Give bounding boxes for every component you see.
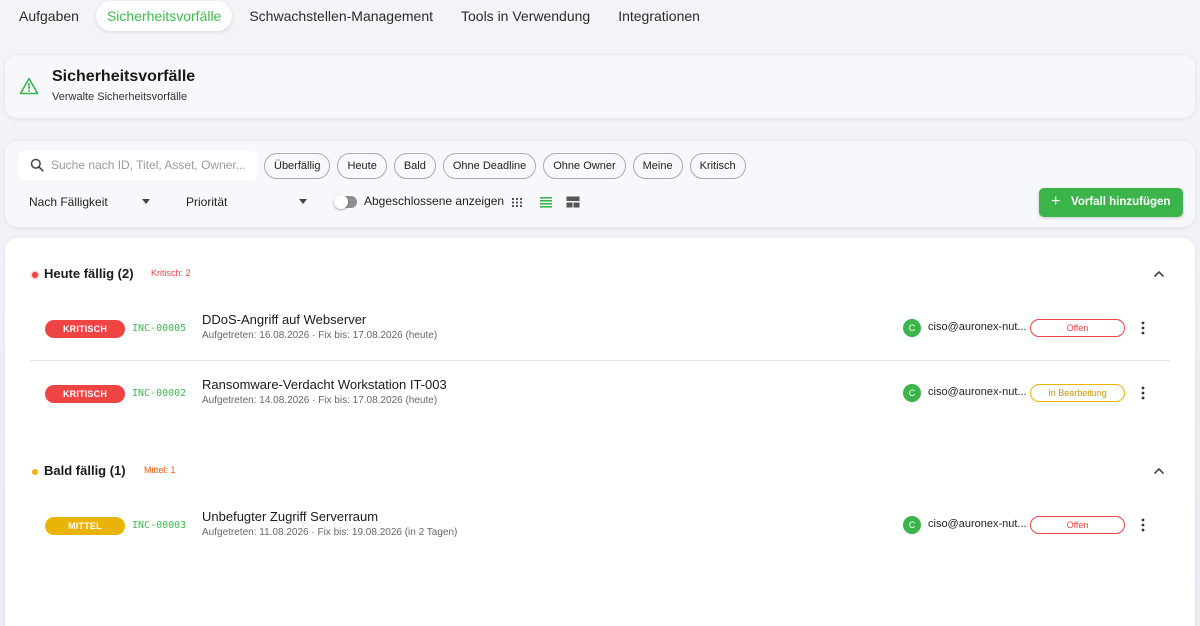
incident-id: INC-00003: [132, 520, 187, 531]
add-incident-button[interactable]: + Vorfall hinzufügen: [1039, 188, 1183, 217]
chevron-down-icon: [142, 199, 150, 204]
priority-select[interactable]: Priorität: [186, 192, 312, 212]
page-title: Sicherheitsvorfälle: [52, 68, 196, 85]
chip-ohne-owner[interactable]: Ohne Owner: [543, 153, 626, 179]
page-header: Sicherheitsvorfälle Verwalte Sicherheits…: [5, 55, 1195, 118]
owner-email: ciso@auronex-nut...: [928, 518, 1027, 530]
show-completed-label: Abgeschlossene anzeigen: [364, 194, 505, 208]
sort-select[interactable]: Nach Fälligkeit: [29, 192, 155, 212]
chip-meine[interactable]: Meine: [632, 153, 683, 179]
incident-dates: Aufgetreten: 11.08.2026 · Fix bis: 19.08…: [202, 527, 458, 538]
compact-view-icon[interactable]: [566, 195, 580, 209]
group-header-soon: Bald fällig (1) Mittel: 1: [5, 462, 1195, 482]
incident-title: Unbefugter Zugriff Serverraum: [202, 509, 379, 524]
show-completed-toggle[interactable]: [334, 195, 357, 209]
search-icon: [30, 158, 44, 172]
chip-ueberfaellig[interactable]: Überfällig: [264, 153, 331, 179]
tab-tools-in-verwendung[interactable]: Tools in Verwendung: [450, 1, 601, 31]
group-title: Bald fällig (1): [44, 463, 126, 478]
incident-id: INC-00005: [132, 323, 187, 334]
search-box: [18, 151, 258, 180]
list-view-icon[interactable]: [539, 195, 553, 209]
chevron-up-icon[interactable]: [1152, 464, 1166, 478]
status-dot: [32, 469, 38, 475]
tab-bar: Aufgaben Sicherheitsvorfälle Schwachstel…: [8, 0, 711, 32]
warning-triangle-icon: [19, 77, 39, 95]
incident-row[interactable]: KRITISCH INC-00005 DDoS-Angriff auf Webs…: [5, 298, 1195, 358]
sort-select-label: Nach Fälligkeit: [29, 195, 108, 209]
avatar: C: [903, 319, 921, 337]
chevron-up-icon[interactable]: [1152, 267, 1166, 281]
owner-email: ciso@auronex-nut...: [928, 321, 1027, 333]
chip-kritisch[interactable]: Kritisch: [689, 153, 746, 179]
more-options-icon[interactable]: [1138, 385, 1148, 401]
tab-aufgaben[interactable]: Aufgaben: [8, 1, 90, 31]
chevron-down-icon: [299, 199, 307, 204]
tab-schwachstellen-management[interactable]: Schwachstellen-Management: [238, 1, 444, 31]
incident-id: INC-00002: [132, 388, 187, 399]
incident-title: DDoS-Angriff auf Webserver: [202, 312, 367, 327]
add-incident-label: Vorfall hinzufügen: [1071, 196, 1171, 208]
avatar: C: [903, 516, 921, 534]
plus-icon: +: [1051, 193, 1061, 210]
priority-select-label: Priorität: [186, 195, 228, 209]
incident-dates: Aufgetreten: 14.08.2026 · Fix bis: 17.08…: [202, 395, 438, 406]
group-header-today: Heute fällig (2) Kritisch: 2: [5, 265, 1195, 285]
incident-dates: Aufgetreten: 16.08.2026 · Fix bis: 17.08…: [202, 330, 438, 341]
group-count-badge: Kritisch: 2: [151, 268, 191, 278]
tab-sicherheitsvorfaelle[interactable]: Sicherheitsvorfälle: [95, 1, 233, 31]
tab-integrationen[interactable]: Integrationen: [607, 1, 711, 31]
chip-bald[interactable]: Bald: [393, 153, 436, 179]
severity-badge: KRITISCH: [45, 385, 125, 403]
chip-heute[interactable]: Heute: [337, 153, 387, 179]
severity-badge: KRITISCH: [45, 320, 125, 338]
row-divider: [30, 360, 1170, 361]
status-badge[interactable]: In Bearbeitung: [1030, 384, 1125, 402]
more-options-icon[interactable]: [1138, 517, 1148, 533]
incident-row[interactable]: MITTEL INC-00003 Unbefugter Zugriff Serv…: [5, 495, 1195, 555]
group-count-badge: Mittel: 1: [144, 465, 176, 475]
incident-list: Heute fällig (2) Kritisch: 2 KRITISCH IN…: [5, 238, 1195, 626]
filter-panel: Überfällig Heute Bald Ohne Deadline Ohne…: [5, 141, 1195, 227]
severity-badge: MITTEL: [45, 517, 125, 535]
toggle-knob: [334, 195, 348, 209]
owner-email: ciso@auronex-nut...: [928, 386, 1027, 398]
incident-title: Ransomware-Verdacht Workstation IT-003: [202, 377, 447, 392]
status-dot: [32, 272, 38, 278]
page-subtitle: Verwalte Sicherheitsvorfälle: [52, 91, 188, 103]
avatar: C: [903, 384, 921, 402]
more-options-icon[interactable]: [1138, 320, 1148, 336]
group-title: Heute fällig (2): [44, 266, 134, 281]
incident-row[interactable]: KRITISCH INC-00002 Ransomware-Verdacht W…: [5, 363, 1195, 423]
search-input[interactable]: [51, 157, 251, 173]
quick-filter-chips: Überfällig Heute Bald Ohne Deadline Ohne…: [264, 153, 746, 179]
chip-ohne-deadline[interactable]: Ohne Deadline: [442, 153, 537, 179]
grid-view-icon[interactable]: [511, 195, 525, 209]
status-badge[interactable]: Offen: [1030, 516, 1125, 534]
status-badge[interactable]: Offen: [1030, 319, 1125, 337]
